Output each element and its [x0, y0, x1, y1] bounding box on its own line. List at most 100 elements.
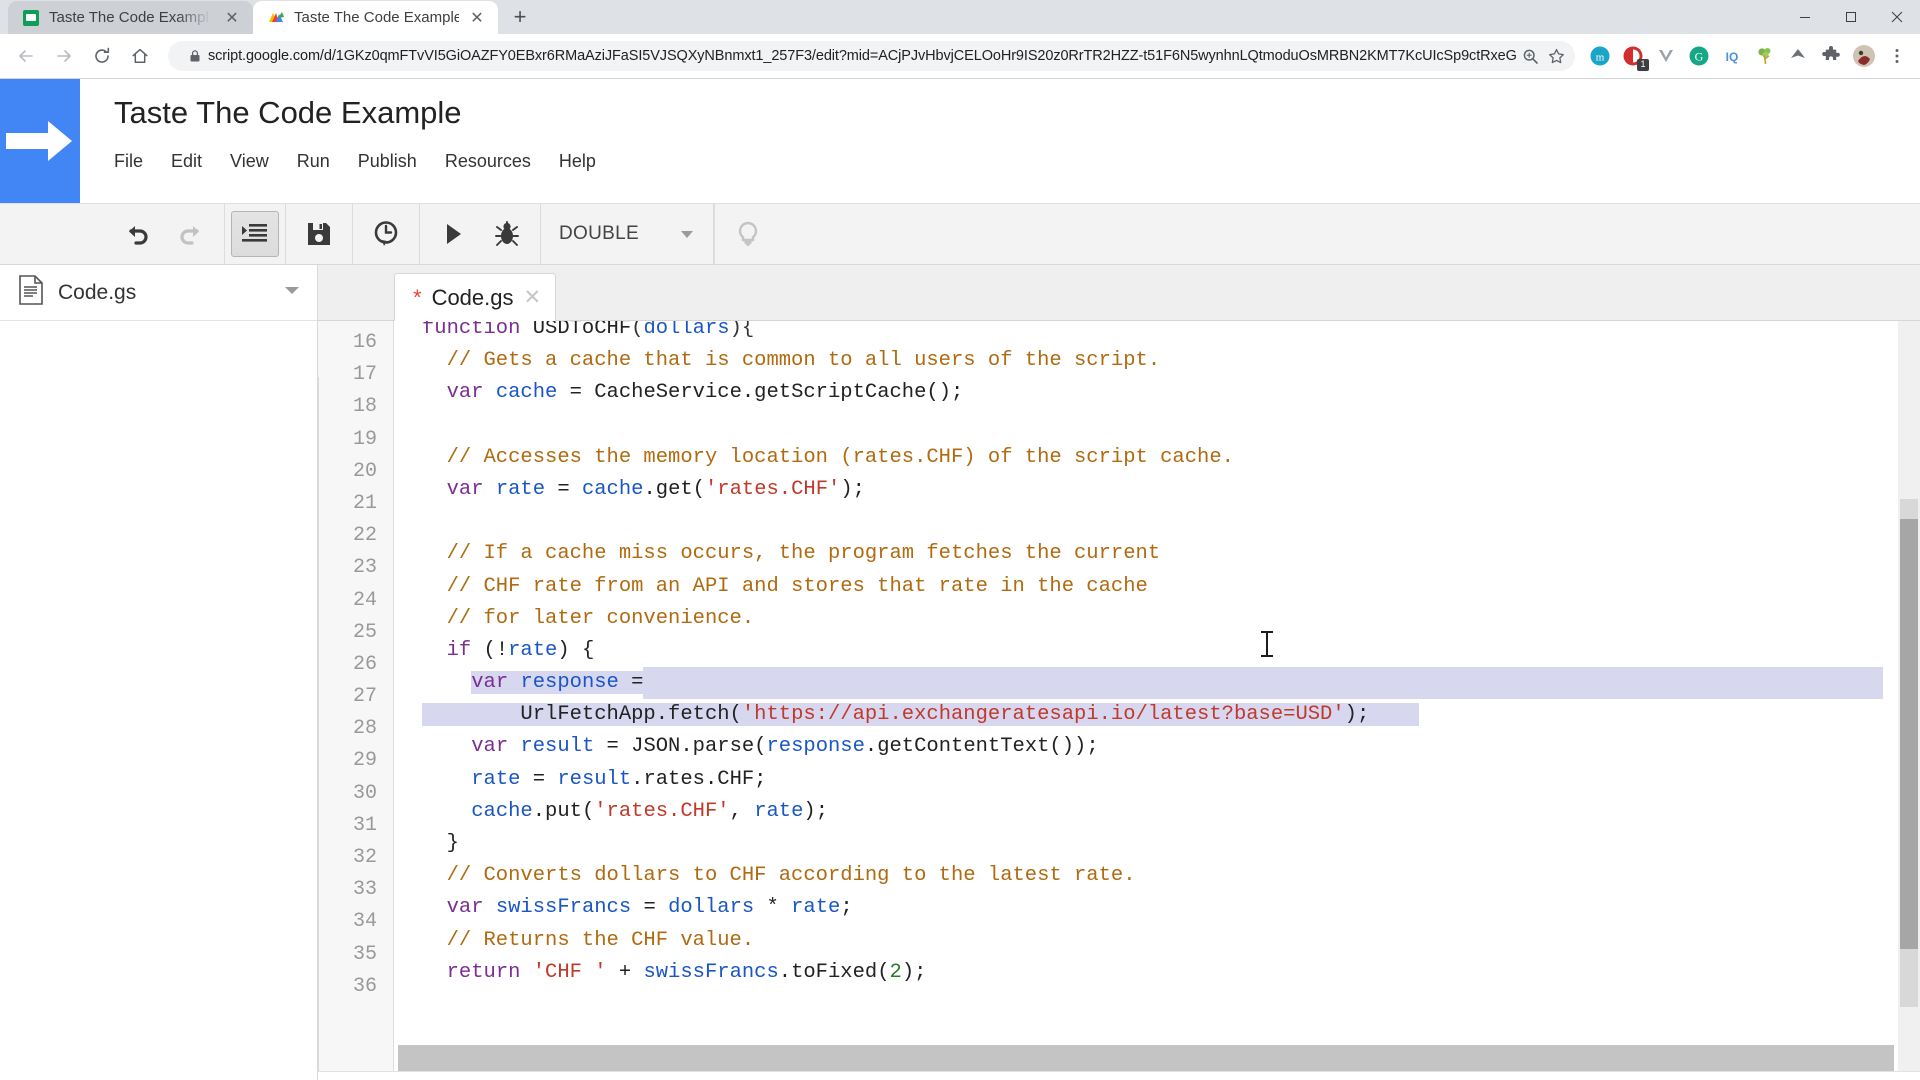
code-token: var — [471, 735, 508, 758]
code-token: = CacheService.getScriptCache(); — [557, 381, 963, 404]
code-line[interactable]: UrlFetchApp.fetch('https://api.exchanger… — [394, 699, 1920, 731]
forward-arrow-icon[interactable] — [46, 38, 82, 74]
menu-item-file[interactable]: File — [114, 145, 159, 177]
pointer-extension-icon[interactable] — [1783, 41, 1813, 71]
line-number: 33 — [318, 874, 393, 906]
menu-item-run[interactable]: Run — [297, 145, 346, 177]
code-line[interactable]: var cache = CacheService.getScriptCache(… — [394, 377, 1920, 409]
code-line[interactable]: return 'CHF ' + swissFrancs.toFixed(2); — [394, 957, 1920, 989]
code-token: } — [422, 832, 459, 855]
menu-item-help[interactable]: Help — [559, 145, 612, 177]
code-line[interactable]: // Converts dollars to CHF according to … — [394, 860, 1920, 892]
code-token: rate — [508, 639, 557, 662]
code-token: // Returns the CHF value. — [422, 929, 754, 952]
run-play-icon[interactable] — [426, 212, 480, 256]
close-icon[interactable]: ✕ — [223, 9, 241, 27]
code-token: 'rates.CHF' — [594, 800, 729, 823]
chevron-down-icon[interactable] — [283, 283, 301, 302]
debug-bug-icon[interactable] — [480, 212, 534, 256]
home-icon[interactable] — [122, 38, 158, 74]
broccoli-extension-icon[interactable] — [1750, 41, 1780, 71]
vimeo-extension-icon[interactable] — [1651, 41, 1681, 71]
back-arrow-icon[interactable] — [8, 38, 44, 74]
horizontal-scrollbar[interactable] — [318, 1045, 1898, 1071]
close-icon[interactable]: ✕ — [468, 9, 486, 27]
code-line[interactable]: // Gets a cache that is common to all us… — [394, 345, 1920, 377]
profile-avatar[interactable] — [1849, 41, 1879, 71]
code-line[interactable]: cache.put('rates.CHF', rate); — [394, 796, 1920, 828]
menu-item-view[interactable]: View — [230, 145, 285, 177]
code-line[interactable]: // Returns the CHF value. — [394, 925, 1920, 957]
code-token: // Converts dollars to CHF according to … — [422, 864, 1136, 887]
lightbulb-icon[interactable] — [721, 212, 775, 256]
new-tab-button[interactable]: + — [504, 1, 536, 33]
code-line[interactable] — [394, 410, 1920, 442]
code-line[interactable]: var rate = cache.get('rates.CHF'); — [394, 474, 1920, 506]
redo-icon[interactable] — [164, 212, 218, 256]
code-content[interactable]: function USDToCHF(dollars){ // Gets a ca… — [394, 321, 1920, 1080]
code-token: cache — [496, 381, 558, 404]
code-editor[interactable]: 1617181920212223242526272829303132333435… — [318, 321, 1920, 1080]
code-token: // Accesses the memory location (rates.C… — [422, 446, 1234, 469]
line-number: 18 — [318, 391, 393, 423]
code-line[interactable]: var result = JSON.parse(response.getCont… — [394, 731, 1920, 763]
reload-icon[interactable] — [84, 38, 120, 74]
svg-text:IQ: IQ — [1726, 50, 1739, 64]
code-token: 2 — [890, 961, 902, 984]
code-token: ); — [1345, 703, 1370, 726]
code-line[interactable]: // for later convenience. — [394, 603, 1920, 635]
code-token: = — [520, 768, 557, 791]
horizontal-scrollbar-thumb[interactable] — [398, 1045, 1894, 1071]
code-token: .put( — [533, 800, 595, 823]
code-line[interactable]: rate = result.rates.CHF; — [394, 764, 1920, 796]
menu-item-edit[interactable]: Edit — [171, 145, 218, 177]
code-token: rate — [791, 896, 840, 919]
menu-item-resources[interactable]: Resources — [445, 145, 547, 177]
clock-history-icon[interactable] — [359, 212, 413, 256]
function-select[interactable]: DOUBLE — [547, 203, 707, 265]
undo-icon[interactable] — [110, 212, 164, 256]
line-number: 26 — [318, 649, 393, 681]
code-line[interactable]: var swissFrancs = dollars * rate; — [394, 892, 1920, 924]
apps-script-header: Taste The Code Example File Edit View Ru… — [0, 79, 1920, 203]
code-line[interactable]: // CHF rate from an API and stores that … — [394, 571, 1920, 603]
code-line[interactable] — [394, 506, 1920, 538]
google-slides-icon — [22, 9, 40, 27]
close-window-button[interactable] — [1874, 0, 1920, 34]
vertical-scrollbar-thumb[interactable] — [1900, 519, 1918, 949]
save-floppy-icon[interactable] — [292, 212, 346, 256]
code-line[interactable]: if (!rate) { — [394, 635, 1920, 667]
menu-item-publish[interactable]: Publish — [358, 145, 433, 177]
browser-tab-1[interactable]: Taste The Code Example - Google ... ✕ — [8, 1, 253, 34]
code-line[interactable]: var response = — [394, 667, 1920, 699]
code-token: dollars — [643, 321, 729, 340]
code-line[interactable]: function USDToCHF(dollars){ — [394, 321, 1920, 345]
mercury-extension-icon[interactable]: m — [1585, 41, 1615, 71]
scrollbar-track-top — [1900, 499, 1918, 519]
close-icon[interactable]: ✕ — [524, 288, 542, 308]
indent-icon[interactable] — [231, 211, 279, 257]
code-token — [484, 478, 496, 501]
star-icon[interactable] — [1543, 43, 1569, 69]
code-line[interactable]: } — [394, 828, 1920, 860]
code-line[interactable]: // Accesses the memory location (rates.C… — [394, 442, 1920, 474]
code-line[interactable]: // If a cache miss occurs, the program f… — [394, 538, 1920, 570]
address-bar[interactable]: script.google.com/d/1GKz0qmFTvVI5GiOAZFY… — [168, 41, 1575, 71]
minimize-button[interactable] — [1782, 0, 1828, 34]
code-token: = — [619, 671, 644, 694]
chrome-menu-icon[interactable] — [1882, 41, 1912, 71]
puzzle-extensions-icon[interactable] — [1816, 41, 1846, 71]
sidebar-item-code-gs[interactable]: Code.gs — [0, 265, 317, 321]
maximize-button[interactable] — [1828, 0, 1874, 34]
line-number: 23 — [318, 552, 393, 584]
chevron-down-icon — [681, 231, 693, 238]
adblock-extension-icon[interactable]: 1 — [1618, 41, 1648, 71]
browser-tab-1-title: Taste The Code Example - Google ... — [49, 9, 214, 27]
grammarly-extension-icon[interactable]: G — [1684, 41, 1714, 71]
zoom-magnifier-icon[interactable] — [1517, 43, 1543, 69]
editor-tab-code-gs[interactable]: * Code.gs ✕ — [394, 273, 556, 321]
vertical-scrollbar[interactable] — [1898, 321, 1920, 1080]
iq-extension-icon[interactable]: IQ — [1717, 41, 1747, 71]
browser-tab-2[interactable]: Taste The Code Example ✕ — [253, 1, 498, 34]
line-number: 19 — [318, 424, 393, 456]
